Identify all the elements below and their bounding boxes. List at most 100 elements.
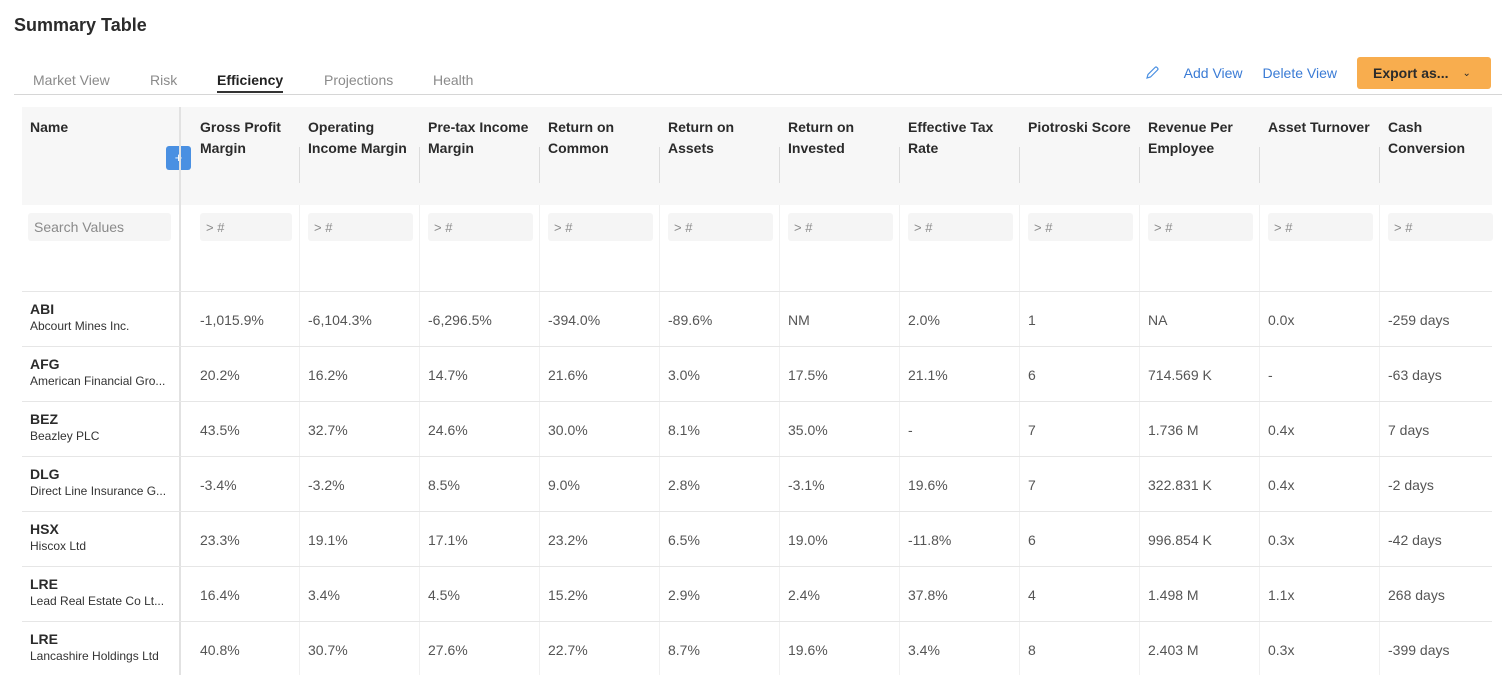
cell-cash-conversion: -42 days [1388, 532, 1442, 548]
column-header-gross-profit-margin[interactable]: Gross Profit Margin [200, 117, 281, 159]
cell-return-on-assets: 8.1% [668, 422, 700, 438]
column-header-line1: Return on [668, 119, 735, 135]
row-company-name: Beazley PLC [30, 429, 100, 443]
filter-input-cash-conversion[interactable] [1388, 213, 1493, 241]
column-resize-handle[interactable] [1379, 147, 1380, 183]
table-row[interactable]: ABI Abcourt Mines Inc. -1,015.9% -6,104.3% -… [22, 291, 1492, 346]
column-resize-handle[interactable] [1019, 147, 1020, 183]
table-row[interactable]: HSX Hiscox Ltd 23.3% 19.1% 17.1% 23.2% 6.5% 19.… [22, 511, 1492, 566]
column-resize-handle[interactable] [299, 147, 300, 183]
column-resize-handle[interactable] [1259, 147, 1260, 183]
row-ticker[interactable]: ABI [30, 301, 54, 317]
filter-input-return-on-invested[interactable] [788, 213, 893, 241]
tab-health[interactable]: Health [433, 72, 473, 93]
table-row[interactable]: LRE Lead Real Estate Co Lt... 16.4% 3.4% 4.5… [22, 566, 1492, 621]
cell-return-on-assets: 2.9% [668, 587, 700, 603]
row-company-name: American Financial Gro... [30, 374, 166, 388]
column-header-pretax-income-margin[interactable]: Pre-tax Income Margin [428, 117, 528, 159]
column-resize-handle[interactable] [779, 147, 780, 183]
column-header-line2: Common [548, 140, 609, 156]
export-label: Export as... [1373, 65, 1449, 81]
column-header-return-on-invested[interactable]: Return on Invested [788, 117, 854, 159]
row-ticker[interactable]: LRE [30, 576, 58, 592]
filter-input-piotroski-score[interactable] [1028, 213, 1133, 241]
tab-market-view[interactable]: Market View [33, 72, 110, 93]
cell-effective-tax-rate: 19.6% [908, 477, 948, 493]
column-header-name[interactable]: Name [30, 117, 68, 138]
filter-input-asset-turnover[interactable] [1268, 213, 1373, 241]
column-header-revenue-per-employee[interactable]: Revenue Per Employee [1148, 117, 1233, 159]
tab-efficiency[interactable]: Efficiency [217, 72, 284, 93]
filter-input-pretax-income-margin[interactable] [428, 213, 533, 241]
cell-return-on-common: 23.2% [548, 532, 588, 548]
row-company-name: Abcourt Mines Inc. [30, 319, 130, 333]
cell-asset-turnover: 0.4x [1268, 477, 1295, 493]
column-resize-handle[interactable] [1139, 147, 1140, 183]
cell-piotroski-score: 1 [1028, 312, 1036, 328]
table-row[interactable]: DLG Direct Line Insurance G... -3.4% -3.2% 8… [22, 456, 1492, 511]
column-header-return-on-common[interactable]: Return on Common [548, 117, 614, 159]
cell-pretax-income-margin: 27.6% [428, 642, 468, 658]
cell-operating-income-margin: 32.7% [308, 422, 348, 438]
table-row[interactable]: LRE Lancashire Holdings Ltd 40.8% 30.7% 27.6… [22, 621, 1492, 675]
export-button[interactable]: Export as... ⌄ [1357, 57, 1491, 89]
row-ticker[interactable]: LRE [30, 631, 58, 647]
search-values-input[interactable] [28, 213, 171, 241]
cell-revenue-per-employee: 322.831 K [1148, 477, 1212, 493]
column-resize-handle[interactable] [539, 147, 540, 183]
row-ticker[interactable]: DLG [30, 466, 60, 482]
row-ticker[interactable]: HSX [30, 521, 59, 537]
filter-input-revenue-per-employee[interactable] [1148, 213, 1253, 241]
row-ticker[interactable]: AFG [30, 356, 60, 372]
column-header-line1: Return on [548, 119, 615, 135]
cell-return-on-invested: 17.5% [788, 367, 828, 383]
cell-pretax-income-margin: 14.7% [428, 367, 468, 383]
tab-risk[interactable]: Risk [150, 72, 177, 93]
table-row[interactable]: AFG American Financial Gro... 20.2% 16.2% 14… [22, 346, 1492, 401]
column-header-asset-turnover[interactable]: Asset Turnover [1268, 117, 1370, 138]
cell-return-on-assets: 2.8% [668, 477, 700, 493]
cell-operating-income-margin: 3.4% [308, 587, 340, 603]
cell-return-on-common: 9.0% [548, 477, 580, 493]
row-company-name: Lancashire Holdings Ltd [30, 649, 159, 663]
column-resize-handle[interactable] [419, 147, 420, 183]
column-resize-handle[interactable] [659, 147, 660, 183]
cell-operating-income-margin: -6,104.3% [308, 312, 372, 328]
cell-return-on-assets: -89.6% [668, 312, 713, 328]
column-resize-handle[interactable] [899, 147, 900, 183]
cell-return-on-invested: NM [788, 312, 810, 328]
cell-return-on-invested: 19.0% [788, 532, 828, 548]
row-ticker[interactable]: BEZ [30, 411, 58, 427]
add-view-link[interactable]: Add View [1184, 65, 1243, 81]
chevron-down-icon: ⌄ [1462, 67, 1471, 79]
cell-return-on-invested: 35.0% [788, 422, 828, 438]
column-header-line2: Invested [788, 140, 845, 156]
cell-asset-turnover: - [1268, 367, 1273, 383]
cell-piotroski-score: 4 [1028, 587, 1036, 603]
filter-input-return-on-common[interactable] [548, 213, 653, 241]
cell-cash-conversion: -2 days [1388, 477, 1434, 493]
cell-piotroski-score: 7 [1028, 477, 1036, 493]
cell-cash-conversion: 7 days [1388, 422, 1430, 438]
cell-asset-turnover: 0.3x [1268, 642, 1295, 658]
filter-input-effective-tax-rate[interactable] [908, 213, 1013, 241]
table-row[interactable]: BEZ Beazley PLC 43.5% 32.7% 24.6% 30.0% 8.1% 35… [22, 401, 1492, 456]
delete-view-link[interactable]: Delete View [1263, 65, 1337, 81]
column-header-line1: Gross Profit [200, 119, 281, 135]
filter-input-operating-income-margin[interactable] [308, 213, 413, 241]
cell-return-on-assets: 8.7% [668, 642, 700, 658]
filter-input-return-on-assets[interactable] [668, 213, 773, 241]
cell-piotroski-score: 6 [1028, 367, 1036, 383]
column-header-effective-tax-rate[interactable]: Effective Tax Rate [908, 117, 993, 159]
filter-input-gross-profit-margin[interactable] [200, 213, 292, 241]
column-header-cash-conversion[interactable]: Cash Conversion [1388, 117, 1465, 159]
row-company-name: Lead Real Estate Co Lt... [30, 594, 165, 608]
column-header-line2: Rate [908, 140, 939, 156]
column-header-line2: Margin [428, 140, 474, 156]
column-header-operating-income-margin[interactable]: Operating Income Margin [308, 117, 407, 159]
pencil-icon[interactable] [1144, 65, 1160, 81]
column-header-piotroski-score[interactable]: Piotroski Score [1028, 117, 1131, 138]
column-header-return-on-assets[interactable]: Return on Assets [668, 117, 734, 159]
tab-projections[interactable]: Projections [324, 72, 393, 93]
cell-gross-profit-margin: 43.5% [200, 422, 240, 438]
